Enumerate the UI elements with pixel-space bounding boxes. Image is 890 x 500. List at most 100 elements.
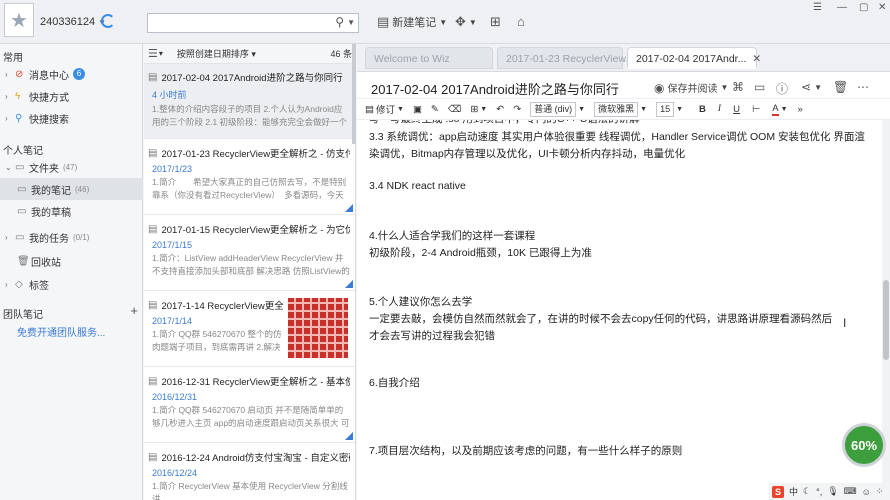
chevron-down-icon: ▼ xyxy=(468,17,477,27)
add-team-icon[interactable]: + xyxy=(130,303,138,318)
section-team: 团队笔记 xyxy=(3,310,43,321)
note-date: 2017/1/15 xyxy=(152,240,193,250)
size-value: 15 xyxy=(656,101,675,117)
close-icon[interactable]: ✕ xyxy=(878,2,886,13)
note-item[interactable]: ▤2016-12-31 RecyclerView更全解析之 - 基本使用... … xyxy=(144,368,355,443)
tab-current-note[interactable]: 2017-02-04 2017Andr... ✕ xyxy=(627,47,761,69)
sidebar-item-my-notes[interactable]: ▭ 我的笔记 (46) xyxy=(0,178,143,200)
minimize-icon[interactable]: — xyxy=(837,2,847,13)
microphone-icon[interactable]: 🎙︎ xyxy=(827,486,838,497)
chevron-down-icon[interactable]: ▾ xyxy=(159,49,163,58)
chevron-down-icon: ▼ xyxy=(578,105,586,113)
move-button[interactable]: ✥ ▼ xyxy=(455,14,477,30)
chevron-right-icon: › xyxy=(5,91,8,101)
note-item[interactable]: ▤ 2016-12-24 Android仿支付宝淘宝 - 自定义密码... 201… xyxy=(144,444,355,500)
sidebar-item-messages[interactable]: › ⊘ 消息中心 6 xyxy=(0,63,143,85)
note-item[interactable]: ▤2017-1-14 RecyclerView更全解... 2017/1/14 … xyxy=(144,292,355,367)
note-item[interactable]: ▤ 2017-02-04 2017Android进阶之路与你同行 4 小时前 1.… xyxy=(144,64,355,139)
progress-widget[interactable]: 60% xyxy=(842,423,886,467)
bold-button[interactable]: B xyxy=(699,104,706,115)
ime-logo-icon[interactable]: S xyxy=(772,485,784,498)
note-date: 2016/12/31 xyxy=(152,392,198,402)
redo-button[interactable]: ↷ xyxy=(513,104,521,115)
tab-recyclerview[interactable]: 2017-01-23 RecyclerView... xyxy=(497,47,634,69)
revise-label: 修订 xyxy=(375,105,395,116)
note-title-heading[interactable]: 2017-02-04 2017Android进阶之路与你同行 xyxy=(371,79,619,98)
sidebar-item-drafts[interactable]: ▭ 我的草稿 xyxy=(0,200,143,222)
maximize-icon[interactable]: ▢ xyxy=(859,2,868,13)
save-read-button[interactable]: ◉ 保存并阅读 ▼ xyxy=(654,80,729,96)
more-button[interactable]: ⋯ xyxy=(857,80,869,94)
chevron-down-icon: ⌄ xyxy=(5,162,12,172)
format-painter-button[interactable]: ✎ xyxy=(431,104,439,115)
note-corner-icon xyxy=(345,432,353,440)
comma-icon[interactable]: °, xyxy=(816,487,822,497)
star-icon: ★ xyxy=(10,9,28,32)
italic-button[interactable]: I xyxy=(718,104,721,114)
underline-button[interactable]: U xyxy=(733,104,740,115)
sidebar-item-trash[interactable]: 🗑︎ 回收站 xyxy=(0,250,143,272)
sidebar-item-tasks[interactable]: › ▭ 我的任务 (0/1) xyxy=(0,226,143,248)
comment-button[interactable]: ▭ xyxy=(754,80,765,94)
font-color-button[interactable]: A ▼ xyxy=(772,103,788,116)
moon-icon[interactable]: ☾ xyxy=(803,486,811,497)
layout-button[interactable]: ⊞ xyxy=(490,14,501,30)
new-note-button[interactable]: ▤ 新建笔记 ▼ xyxy=(377,14,447,30)
attachment-button[interactable]: ⌘ xyxy=(732,80,744,94)
paperclip-icon: ⌘ xyxy=(732,80,744,94)
ime-language[interactable]: 中 xyxy=(789,485,798,498)
user-icon[interactable]: ☺ xyxy=(862,487,871,497)
home-button[interactable]: ⌂ xyxy=(517,14,525,29)
note-list-scrollbar[interactable] xyxy=(352,44,356,144)
strikethrough-button[interactable]: ⊢ xyxy=(752,104,760,115)
document-icon: ▤ xyxy=(148,71,158,83)
undo-button[interactable]: ↶ xyxy=(496,104,504,115)
folder-count: (46) xyxy=(75,184,90,194)
account-menu[interactable]: 240336124 ▼ xyxy=(40,16,106,28)
sidebar-item-shortcuts[interactable]: › ϟ 快捷方式 xyxy=(0,85,143,107)
info-button[interactable]: ⓘ xyxy=(776,80,788,97)
note-title: 2017-01-15 RecyclerView更全解析之 - 为它优雅... xyxy=(161,225,350,236)
team-service-link[interactable]: 免费开通团队服务... xyxy=(0,320,143,342)
sidebar-item-folder[interactable]: ⌄ ▭ 文件夹 (47) xyxy=(0,156,143,178)
progress-percent: 60% xyxy=(850,437,878,453)
delete-button[interactable]: 🗑︎ xyxy=(833,80,848,94)
undo-icon: ↶ xyxy=(496,103,505,115)
note-corner-icon xyxy=(345,204,353,212)
eye-icon: ◉ xyxy=(654,80,665,95)
table-button[interactable]: ⊞ ▼ xyxy=(470,104,487,115)
menu-icon[interactable]: ☰ xyxy=(813,2,822,13)
lightning-icon: ϟ xyxy=(15,90,21,102)
note-item[interactable]: ▤2017-01-23 RecyclerView更全解析之 - 仿支付宝... … xyxy=(144,140,355,215)
search-dropdown-icon[interactable]: ▼ xyxy=(347,18,355,27)
clear-format-button[interactable]: ⌫ xyxy=(448,104,461,115)
list-view-icon[interactable]: ☰ xyxy=(148,47,158,60)
search-input[interactable] xyxy=(148,14,328,32)
font-size-select[interactable]: 15 ▼ xyxy=(656,101,683,117)
font-family-select[interactable]: 微软雅黑 ▼ xyxy=(594,101,647,117)
chevron-down-icon: ▼ xyxy=(720,83,729,92)
search-icon[interactable]: ⚲ xyxy=(335,15,344,29)
scrollbar-thumb[interactable] xyxy=(883,280,889,360)
revise-button[interactable]: ▤ 修订 ▼ xyxy=(365,102,404,117)
note-item[interactable]: ▤2017-01-15 RecyclerView更全解析之 - 为它优雅... … xyxy=(144,216,355,291)
grid-icon[interactable]: ⁘ xyxy=(876,486,884,497)
close-tab-icon[interactable]: ✕ xyxy=(752,53,761,65)
keyboard-icon[interactable]: ⌨ xyxy=(844,486,857,497)
avatar[interactable]: ★ xyxy=(4,3,34,37)
paragraph-style-select[interactable]: 普通 (div) ▼ xyxy=(530,101,586,117)
share-button[interactable]: ⋖ ▼ xyxy=(801,80,822,94)
tab-welcome[interactable]: Welcome to Wiz xyxy=(365,47,493,69)
sort-dropdown[interactable]: 按照创建日期排序 ▾ xyxy=(177,47,256,60)
comment-icon: ▭ xyxy=(754,80,766,94)
save-button[interactable]: ▣ xyxy=(413,104,422,115)
revise-icon: ▤ xyxy=(365,103,374,115)
info-icon: ⓘ xyxy=(776,82,789,96)
trash-icon: 🗑︎ xyxy=(833,80,849,94)
more-format-button[interactable]: » xyxy=(798,104,803,115)
sync-icon[interactable] xyxy=(101,14,115,28)
sidebar-item-tags[interactable]: › ◇ 标签 xyxy=(0,273,143,295)
style-value: 普通 (div) xyxy=(530,101,577,117)
sidebar-item-quick-search[interactable]: › ⚲ 快捷搜索 xyxy=(0,107,143,129)
new-note-label: 新建笔记 xyxy=(392,17,437,29)
